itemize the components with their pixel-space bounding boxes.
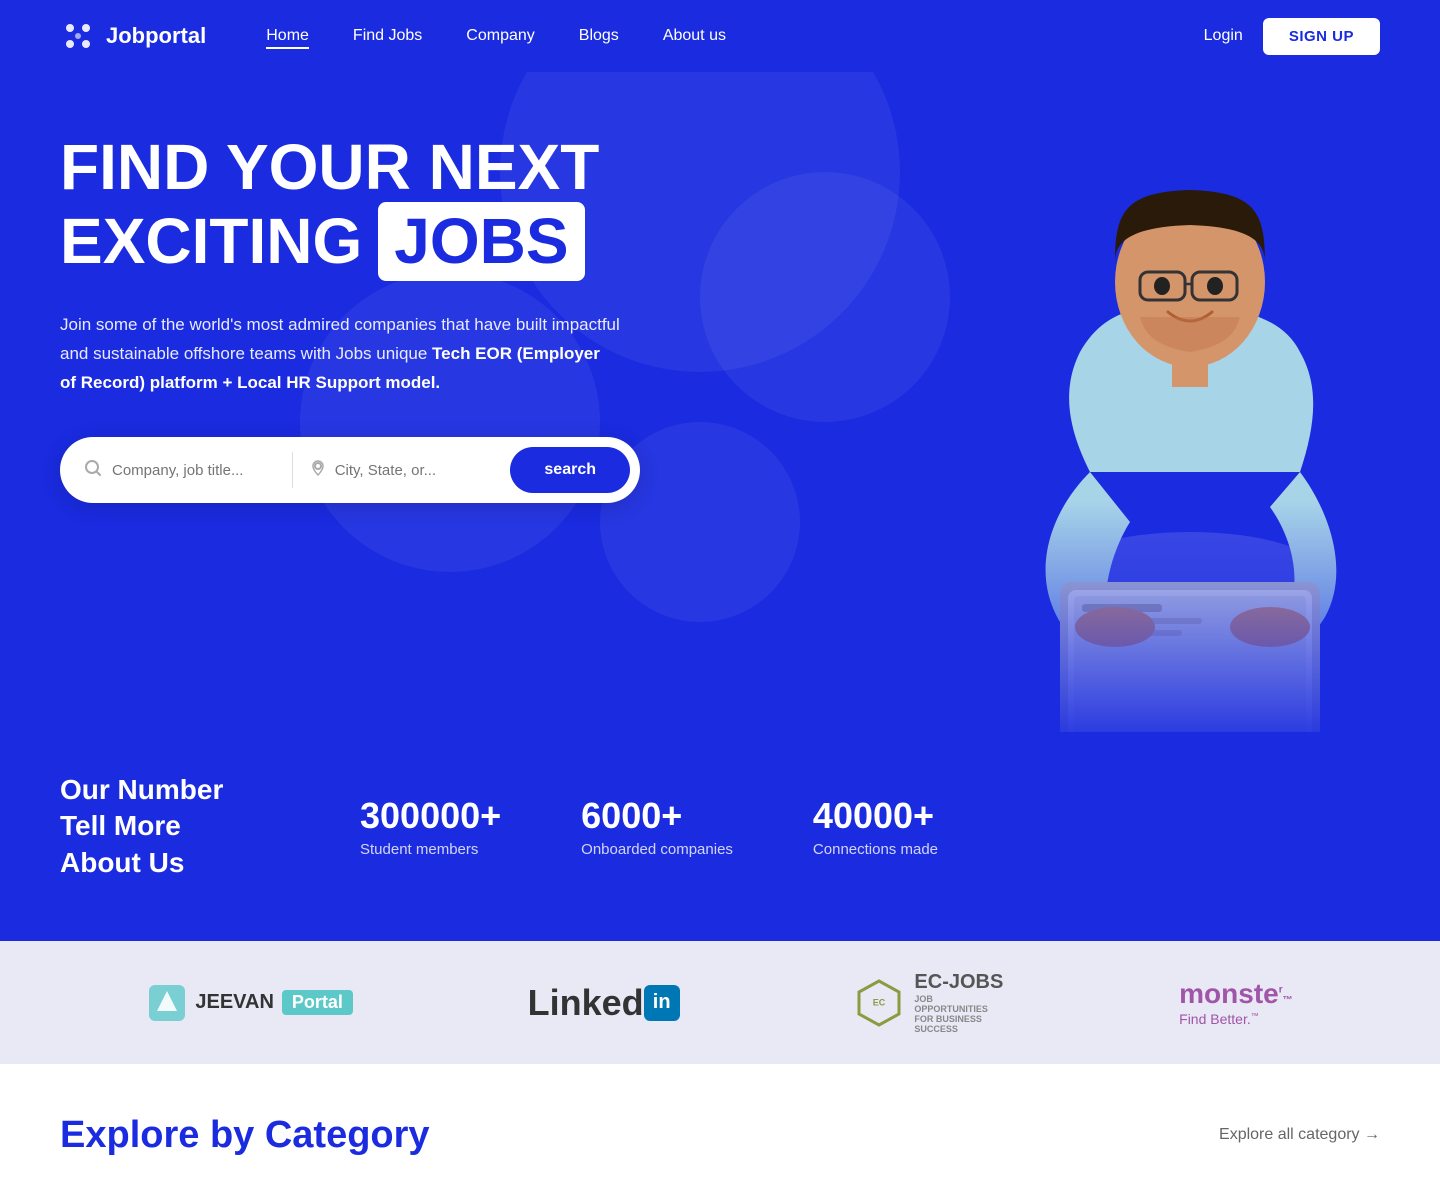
brand-name: Jobportal [106,23,206,49]
partners-section: JEEVAN Portal Linked in EC EC-JOBS JOB O… [0,941,1440,1064]
hero-title-line2: EXCITING JOBS [60,202,760,280]
location-icon [309,459,327,482]
stat-students: 300000+ Student members [360,795,501,858]
location-search-field [309,459,501,482]
stat-companies: 6000+ Onboarded companies [581,795,733,858]
ecjobs-text-block: EC-JOBS JOB OPPORTUNITIES FOR BUSINESS S… [914,971,1004,1034]
stat-connections: 40000+ Connections made [813,795,938,858]
search-button[interactable]: search [510,447,630,493]
jeevan-text: JEEVAN [195,991,274,1014]
linkedin-partner-logo: Linked in [528,982,680,1024]
nav-home[interactable]: Home [266,27,309,45]
monster-partner-logo: monster™ Find Better.™ [1179,977,1292,1027]
stat-connections-value: 40000+ [813,795,938,837]
signup-button[interactable]: SIGN UP [1263,18,1380,55]
jeevan-partner-logo: JEEVAN Portal [147,983,353,1023]
search-bar: search [60,437,640,503]
svg-text:EC: EC [873,997,886,1007]
hero-title: FIND YOUR NEXT EXCITING JOBS [60,132,760,281]
job-search-input[interactable] [112,462,276,479]
hero-title-exciting: EXCITING [60,206,362,276]
explore-heading-highlight: Category [265,1114,430,1156]
nav-company[interactable]: Company [466,27,534,45]
jobs-badge: JOBS [378,202,584,280]
stat-students-value: 300000+ [360,795,501,837]
stats-bar: Our Number Tell More About Us 300000+ St… [0,732,1440,941]
nav-actions: Login SIGN UP [1204,18,1380,55]
ecjobs-partner-logo: EC EC-JOBS JOB OPPORTUNITIES FOR BUSINES… [854,971,1004,1034]
linkedin-in-badge: in [644,985,680,1021]
stat-companies-value: 6000+ [581,795,733,837]
navbar: Jobportal Home Find Jobs Company Blogs A… [0,0,1440,72]
job-search-field [84,459,276,482]
logo-icon [60,18,96,54]
login-button[interactable]: Login [1204,27,1243,45]
hero-content: FIND YOUR NEXT EXCITING JOBS Join some o… [60,132,760,503]
stats-items: 300000+ Student members 6000+ Onboarded … [360,795,938,858]
nav-links: Home Find Jobs Company Blogs About us [266,27,1203,45]
monster-logo-text: monster™ Find Better.™ [1179,977,1292,1027]
jeevan-icon [147,983,187,1023]
location-search-input[interactable] [335,462,501,479]
stat-connections-label: Connections made [813,841,938,858]
explore-all-link[interactable]: Explore all category → [1219,1114,1380,1144]
nav-blogs[interactable]: Blogs [579,27,619,45]
ecjobs-icon: EC [854,978,904,1028]
linkedin-text: Linked [528,982,644,1024]
explore-section: Explore by Category Explore all category… [0,1064,1440,1177]
brand-logo[interactable]: Jobportal [60,18,206,54]
hero-person-image [920,132,1440,732]
hero-title-line1: FIND YOUR NEXT [60,132,760,202]
hero-section: FIND YOUR NEXT EXCITING JOBS Join some o… [0,72,1440,732]
person-svg [930,152,1430,732]
nav-about-us[interactable]: About us [663,27,726,45]
stat-students-label: Student members [360,841,501,858]
stat-companies-label: Onboarded companies [581,841,733,858]
search-icon [84,459,102,482]
explore-heading: Explore by Category [60,1114,430,1157]
jeevan-portal-badge: Portal [282,990,353,1015]
hero-description: Join some of the world's most admired co… [60,311,620,398]
stats-heading: Our Number Tell More About Us [60,772,260,881]
nav-find-jobs[interactable]: Find Jobs [353,27,422,45]
search-divider [292,452,293,488]
